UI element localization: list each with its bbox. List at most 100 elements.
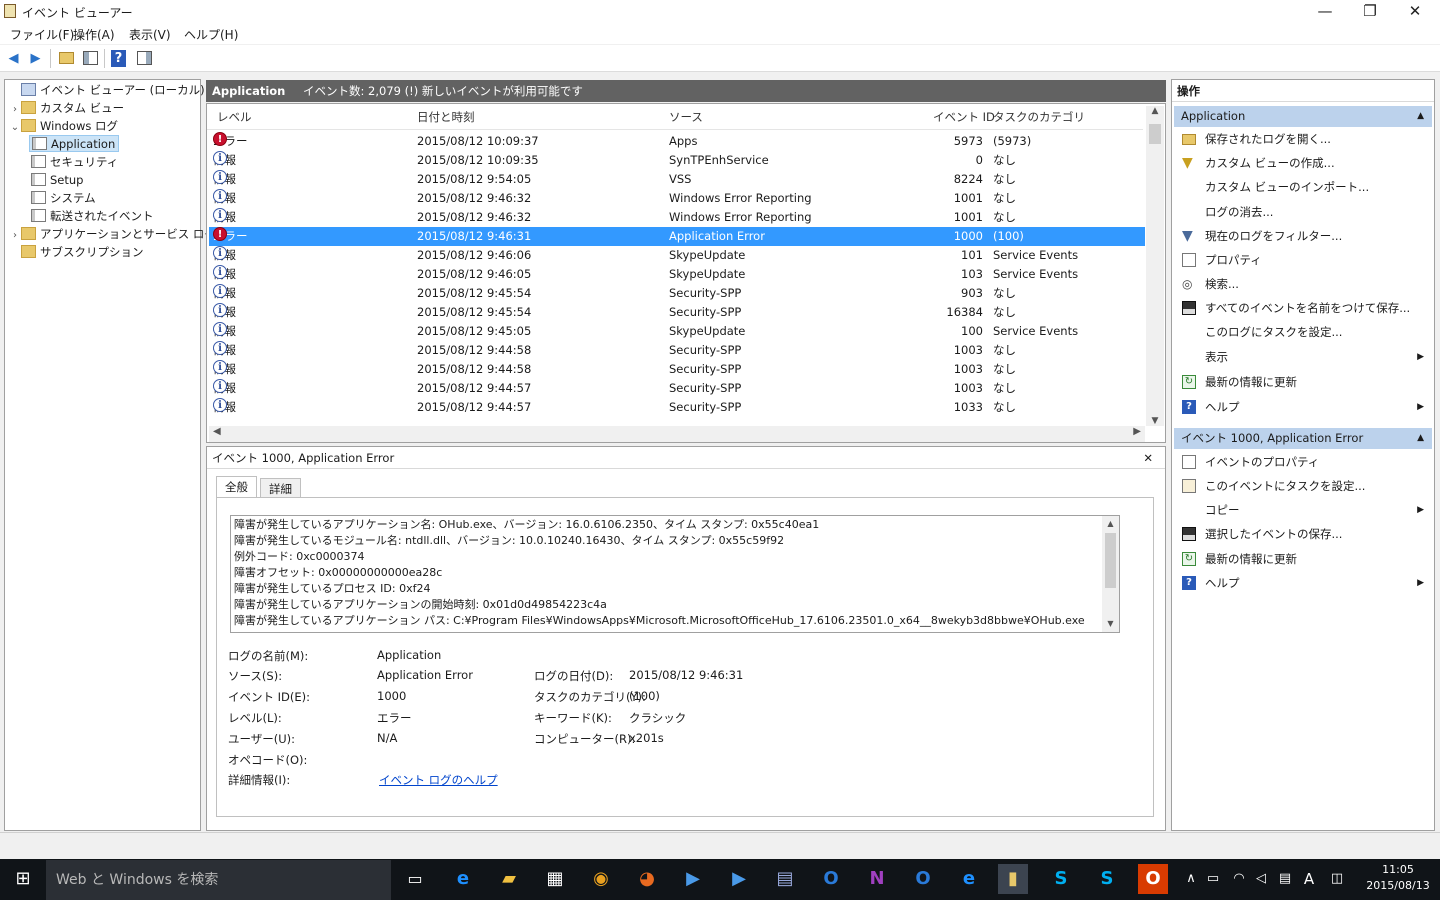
task-view-icon[interactable]: ▭ [400,864,430,894]
outlook-mail-icon[interactable]: O [908,864,938,894]
table-row[interactable]: ! エラー 2015/08/12 9:46:31 Application Error 1… [209,227,1145,246]
table-row[interactable]: i情報 2015/08/12 9:46:05 SkypeUpdate 103 Servi… [209,265,1145,284]
action-copy[interactable]: コピー ▶ [1174,498,1432,522]
network-app-icon[interactable]: ▤ [770,864,800,894]
table-row[interactable]: i情報 2015/08/12 9:44:57 Security-SPP 1033 なし [209,398,1145,417]
action-import-custom-view[interactable]: カスタム ビューのインポート... [1174,175,1432,199]
actions-section-event[interactable]: イベント 1000, Application Error ▲ [1174,428,1432,449]
event-description[interactable]: 障害が発生しているアプリケーション名: OHub.exe、バージョン: 16.0… [230,515,1120,633]
menu-action[interactable]: 操作(A) [73,26,115,43]
close-detail-icon[interactable]: ✕ [1143,447,1153,469]
prop-computer[interactable]: x201s [629,731,664,745]
help-icon[interactable]: ? [111,50,126,67]
forward-arrow-icon[interactable]: ▶ [26,49,45,68]
chrome-icon[interactable]: ◉ [586,864,616,894]
close-button[interactable]: ✕ [1392,0,1438,23]
show-hide-action-pane-icon[interactable] [135,49,154,68]
table-row[interactable]: i情報 2015/08/12 9:45:54 Security-SPP 903 なし [209,284,1145,303]
maximize-button[interactable]: ❐ [1347,0,1393,23]
chevron-down-icon[interactable]: ⌄ [9,119,21,137]
notification-icon[interactable]: ◫ [1322,864,1352,894]
description-scrollbar[interactable]: ▲ ▼ [1102,516,1119,632]
minimize-button[interactable]: — [1302,0,1348,23]
scroll-up-icon[interactable]: ▲ [1146,106,1164,116]
tree-subscriptions[interactable]: サブスクリプション [9,243,216,261]
tree-log-application[interactable]: Application [9,135,216,153]
table-row[interactable]: i情報 2015/08/12 9:45:54 Security-SPP 16384 なし [209,303,1145,322]
action-help-event[interactable]: ? ヘルプ ▶ [1174,571,1432,595]
table-row[interactable]: i情報 2015/08/12 9:46:06 SkypeUpdate 101 Servi… [209,246,1145,265]
prop-logged[interactable]: 2015/08/12 9:46:31 [629,668,743,682]
table-row[interactable]: i情報 2015/08/12 9:44:58 Security-SPP 1003 なし [209,341,1145,360]
tree-log-security[interactable]: セキュリティ [9,153,216,171]
start-windows-icon[interactable]: ⊞ [8,864,38,894]
table-row[interactable]: i情報 2015/08/12 9:44:57 Security-SPP 1003 なし [209,379,1145,398]
prop-keywords[interactable]: クラシック [629,710,686,726]
scroll-thumb[interactable] [1149,124,1161,144]
action-save-selected-events[interactable]: 選択したイベントの保存... [1174,522,1432,546]
up-folder-icon[interactable] [57,49,76,68]
action-filter-current-log[interactable]: ▼ 現在のログをフィルター... [1174,224,1432,248]
firefox-icon[interactable]: ◕ [632,864,662,894]
collapse-up-icon[interactable]: ▲ [1417,106,1424,127]
list-vertical-scrollbar[interactable]: ▲ ▼ [1146,106,1164,426]
taskbar-clock[interactable]: 11:05 2015/08/13 [1360,862,1436,894]
action-open-saved-log[interactable]: 保存されたログを開く... [1174,127,1432,151]
file-explorer-icon[interactable]: ▰ [494,864,524,894]
table-row[interactable]: i情報 2015/08/12 10:09:35 SynTPEnhService 0 なし [209,151,1145,170]
table-row[interactable]: i情報 2015/08/12 9:45:05 SkypeUpdate 100 Servi… [209,322,1145,341]
table-row[interactable]: i情報 2015/08/12 9:54:05 VSS 8224 なし [209,170,1145,189]
actions-section-application[interactable]: Application ▲ [1174,106,1432,127]
tree-custom-views[interactable]: › カスタム ビュー [9,99,216,117]
ime-indicator[interactable]: A [1294,864,1324,894]
table-row[interactable]: ! エラー 2015/08/12 10:09:37 Apps 5973 (5973) [209,132,1145,151]
scroll-up-icon[interactable]: ▲ [1102,516,1119,532]
powershell-icon[interactable]: ▶ [678,864,708,894]
scroll-thumb[interactable] [1105,533,1116,588]
column-task-category[interactable]: タスクのカテゴリ [993,106,1085,128]
menu-view[interactable]: 表示(V) [129,26,171,43]
table-row[interactable]: i情報 2015/08/12 9:46:32 Windows Error Repor… [209,189,1145,208]
column-event-id[interactable]: イベント ID [933,106,995,128]
column-source[interactable]: ソース [669,106,703,128]
prop-level[interactable]: エラー [377,710,412,726]
scroll-left-icon[interactable]: ◀ [213,426,221,437]
action-properties[interactable]: プロパティ [1174,248,1432,272]
onenote-icon[interactable]: N [862,864,892,894]
menu-file[interactable]: ファイル(F) [10,26,74,43]
column-level[interactable]: レベル [217,106,252,128]
store-icon[interactable]: ▦ [540,864,570,894]
show-hide-tree-icon[interactable] [81,49,100,68]
action-attach-task-to-event[interactable]: このイベントにタスクを設定... [1174,474,1432,498]
internet-explorer-icon[interactable]: e [954,864,984,894]
tab-general[interactable]: 全般 [216,476,257,498]
tree-log-forwarded[interactable]: 転送されたイベント [9,207,216,225]
tree-app-service-logs[interactable]: › アプリケーションとサービス ログ [9,225,216,243]
event-log-help-link[interactable]: イベント ログのヘルプ [379,772,498,788]
action-create-custom-view[interactable]: ▼ カスタム ビューの作成... [1174,151,1432,175]
powershell-ise-icon[interactable]: ▶ [724,864,754,894]
action-save-all-events[interactable]: すべてのイベントを名前をつけて保存... [1174,296,1432,320]
action-refresh-event[interactable]: ↻ 最新の情報に更新 [1174,547,1432,571]
action-clear-log[interactable]: ログの消去... [1174,200,1432,224]
action-attach-task-to-log[interactable]: このログにタスクを設定... [1174,320,1432,344]
tree-root[interactable]: イベント ビューアー (ローカル) [9,81,216,99]
scroll-down-icon[interactable]: ▼ [1146,416,1164,426]
scroll-down-icon[interactable]: ▼ [1102,616,1119,632]
prop-user[interactable]: N/A [377,731,397,745]
action-event-properties[interactable]: イベントのプロパティ [1174,450,1432,474]
prop-source[interactable]: Application Error [377,668,473,682]
back-arrow-icon[interactable]: ◀ [4,49,23,68]
list-horizontal-scrollbar[interactable]: ◀ ▶ [209,426,1145,442]
action-refresh[interactable]: ↻ 最新の情報に更新 [1174,370,1432,394]
column-datetime[interactable]: 日付と時刻 [417,106,475,128]
tab-details[interactable]: 詳細 [260,478,301,498]
action-help[interactable]: ? ヘルプ ▶ [1174,395,1432,419]
table-row[interactable]: i情報 2015/08/12 9:46:32 Windows Error Repor… [209,208,1145,227]
tree-log-system[interactable]: システム [9,189,216,207]
menu-help[interactable]: ヘルプ(H) [184,26,238,43]
prop-task[interactable]: (100) [629,689,660,703]
prop-event-id[interactable]: 1000 [377,689,406,703]
action-find[interactable]: ◎ 検索... [1174,272,1432,296]
action-view[interactable]: 表示 ▶ [1174,345,1432,369]
